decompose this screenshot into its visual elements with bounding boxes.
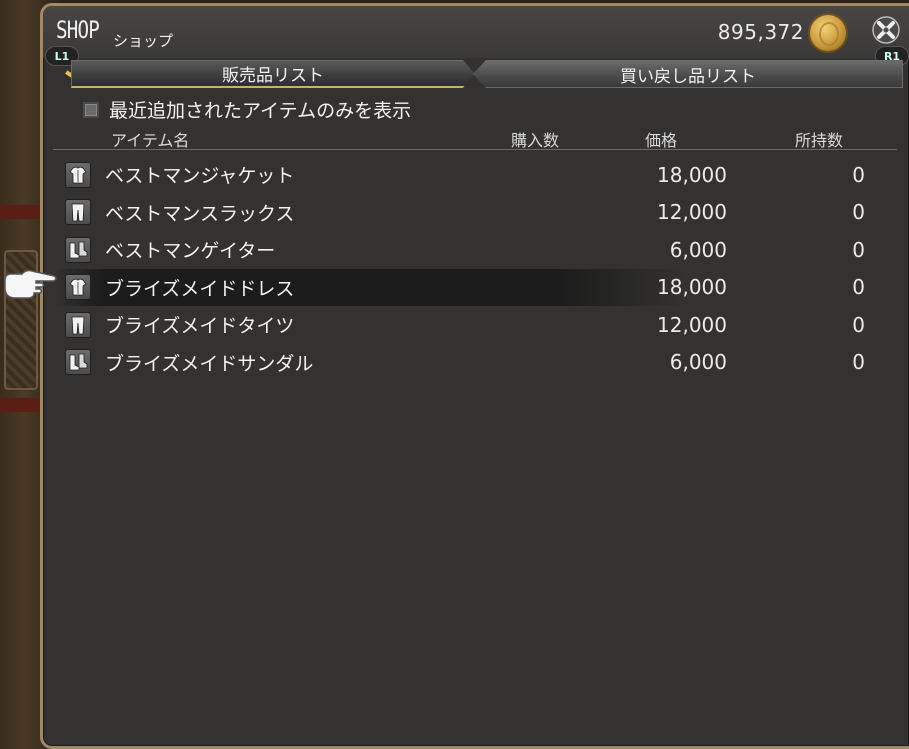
tab-for-sale[interactable]: 販売品リスト (71, 60, 475, 88)
column-header-name: アイテム名 (111, 131, 190, 150)
table-row[interactable]: ベストマンゲイター 6,000 0 (53, 231, 897, 269)
item-owned-count: 0 (852, 162, 865, 187)
hand-pointer-icon (4, 269, 57, 299)
item-name: ベストマンスラックス (105, 202, 295, 225)
item-price: 18,000 (657, 275, 727, 300)
tab-label: 販売品リスト (222, 66, 324, 86)
item-owned-count: 0 (852, 312, 865, 337)
gil-coin-icon (810, 15, 846, 51)
column-header-price: 価格 (645, 131, 678, 150)
tab-buyback[interactable]: 買い戻し品リスト (473, 60, 903, 88)
window-title: SHOP (56, 16, 100, 44)
legs-icon (65, 311, 91, 338)
feet-icon (65, 349, 91, 376)
item-price: 6,000 (669, 237, 727, 262)
shop-window: SHOP ショップ 895,372 L1 R1 販売品リスト 買い戻し品リスト … (40, 3, 909, 749)
tab-bar: 販売品リスト 買い戻し品リスト (65, 60, 909, 90)
item-name: ブライズメイドドレス (105, 277, 295, 300)
body-armor-icon (65, 274, 91, 301)
item-owned-count: 0 (852, 200, 865, 225)
recent-items-checkbox[interactable] (83, 101, 99, 118)
column-header-owned: 所持数 (795, 131, 844, 150)
item-price: 18,000 (657, 162, 727, 187)
column-header-buy: 購入数 (511, 131, 560, 150)
window-subtitle: ショップ (113, 32, 174, 50)
close-button[interactable] (870, 14, 902, 46)
item-price: 6,000 (669, 350, 727, 375)
gil-amount: 895,372 (717, 20, 804, 44)
recent-items-filter[interactable]: 最近追加されたアイテムのみを表示 (83, 96, 411, 123)
item-owned-count: 0 (852, 350, 865, 375)
feet-icon (65, 236, 91, 263)
title-bar: SHOP ショップ 895,372 (43, 6, 909, 58)
filter-label: 最近追加されたアイテムのみを表示 (109, 100, 412, 122)
table-row[interactable]: ブライズメイドドレス 18,000 0 (53, 268, 897, 306)
legs-icon (65, 199, 91, 226)
item-name: ベストマンゲイター (105, 240, 276, 263)
table-row[interactable]: ベストマンジャケット 18,000 0 (53, 156, 897, 194)
item-list: ベストマンジャケット 18,000 0 ベストマンスラックス 12,000 0 ベストマンゲ… (53, 156, 897, 381)
item-name: ブライズメイドタイツ (105, 315, 295, 338)
table-header: アイテム名 購入数 価格 所持数 (53, 124, 897, 150)
table-row[interactable]: ブライズメイドサンダル 6,000 0 (53, 344, 897, 382)
item-name: ベストマンジャケット (105, 165, 295, 188)
item-price: 12,000 (657, 312, 727, 337)
item-name: ブライズメイドサンダル (105, 352, 314, 375)
item-owned-count: 0 (852, 275, 865, 300)
tab-label: 買い戻し品リスト (620, 66, 756, 87)
table-row[interactable]: ベストマンスラックス 12,000 0 (53, 194, 897, 232)
table-row[interactable]: ブライズメイドタイツ 12,000 0 (53, 306, 897, 344)
item-price: 12,000 (657, 200, 727, 225)
close-icon (872, 16, 900, 44)
body-armor-icon (65, 161, 91, 188)
item-owned-count: 0 (852, 237, 865, 262)
